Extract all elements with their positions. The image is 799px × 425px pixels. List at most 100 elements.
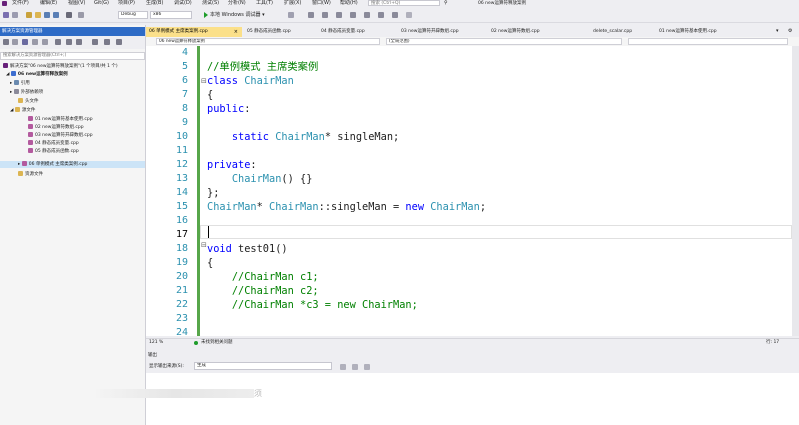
tree-item-headers[interactable]: 头文件: [18, 98, 39, 105]
outdent-icon[interactable]: [378, 12, 384, 18]
tree-item-external-deps[interactable]: ▸ 外部依赖项: [10, 89, 43, 96]
menu-window[interactable]: 窗口(W): [312, 0, 331, 7]
tree-item-file[interactable]: 02 new运算符数组.cpp: [28, 124, 84, 131]
pending-changes-icon[interactable]: [42, 39, 48, 45]
code-line[interactable]: void test01(): [207, 242, 288, 256]
uncomment-icon[interactable]: [336, 12, 342, 18]
tree-item-solution[interactable]: 解决方案"06 new运算符释放案例"(1 个项目/共 1 个): [3, 63, 118, 70]
open-icon[interactable]: [35, 12, 41, 18]
save-icon[interactable]: [44, 12, 50, 18]
change-tracking-bar: [197, 46, 200, 336]
settings-icon[interactable]: ⚙: [788, 28, 792, 34]
member-select[interactable]: [628, 38, 788, 45]
tab-01-new-basic[interactable]: 01 new运算符基本使用.cpp: [656, 27, 756, 37]
code-line[interactable]: private:: [207, 158, 257, 172]
platform-select[interactable]: x86: [150, 11, 192, 19]
close-icon[interactable]: ×: [234, 27, 238, 37]
menu-test[interactable]: 测试(S): [202, 0, 219, 7]
tree-item-project[interactable]: ◢ 06 new运算符释放案例: [6, 71, 68, 78]
code-line[interactable]: ChairMan* ChairMan::singleMan = new Chai…: [207, 200, 486, 214]
fold-collapse-icon[interactable]: ⊟: [201, 238, 207, 252]
code-line[interactable]: {: [207, 88, 213, 102]
undo-icon[interactable]: [66, 12, 72, 18]
menu-help[interactable]: 帮助(H): [340, 0, 358, 7]
clear-all-icon[interactable]: [352, 364, 358, 370]
find-icon[interactable]: [392, 12, 398, 18]
code-line[interactable]: ChairMan() {}: [207, 172, 313, 186]
zoom-level[interactable]: 121 %: [149, 339, 163, 347]
format-icon[interactable]: [308, 12, 314, 18]
code-line[interactable]: class ChairMan: [207, 74, 294, 88]
menu-view[interactable]: 视图(V): [68, 0, 85, 7]
tab-06-singleton[interactable]: 06 单例模式 主席类案例.cpp ×: [146, 27, 242, 37]
solution-search-input[interactable]: 搜索解决方案资源管理器(Ctrl+;): [0, 52, 145, 60]
code-line[interactable]: //ChairMan c2;: [207, 284, 319, 298]
code-line[interactable]: {: [207, 256, 213, 270]
code-line[interactable]: //ChairMan *c3 = new ChairMan;: [207, 298, 418, 312]
back-icon[interactable]: [3, 12, 9, 18]
tree-item-file-selected[interactable]: ▸ 06 单例模式 主席类案例.cpp: [0, 161, 145, 168]
run-debugger-button[interactable]: 本地 Windows 调试器 ▾: [204, 11, 265, 19]
tab-overflow-icon[interactable]: ▾: [776, 28, 779, 34]
redo-icon[interactable]: [78, 12, 84, 18]
menu-git[interactable]: Git(G): [94, 0, 109, 7]
refresh-icon[interactable]: [55, 39, 61, 45]
tab-05-static-func[interactable]: 05 静态成员函数.cpp: [244, 27, 316, 37]
tree-item-references[interactable]: ▸ 引用: [10, 80, 30, 87]
output-content[interactable]: [146, 373, 799, 425]
code-line[interactable]: static ChairMan* singleMan;: [207, 130, 399, 144]
line-number: 22: [175, 299, 188, 310]
tree-item-sources[interactable]: ◢ 源文件: [10, 107, 35, 114]
output-source-select[interactable]: 生成: [194, 362, 332, 370]
sync-icon[interactable]: [32, 39, 38, 45]
settings-icon[interactable]: [116, 39, 122, 45]
code-line[interactable]: //单例模式 主席类案例: [207, 60, 318, 74]
menu-extensions[interactable]: 扩展(X): [284, 0, 301, 7]
tree-item-file[interactable]: 01 new运算符基本使用.cpp: [28, 116, 93, 123]
tree-item-resources[interactable]: 资源文件: [18, 171, 43, 178]
menu-file[interactable]: 文件(F): [12, 0, 29, 7]
tree-item-file[interactable]: 03 new运算符开辟数组.cpp: [28, 132, 93, 139]
code-line[interactable]: //ChairMan c1;: [207, 270, 319, 284]
tab-03-new-array[interactable]: 03 new运算符开辟数组.cpp: [398, 27, 486, 37]
show-all-files-icon[interactable]: [76, 39, 82, 45]
tab-04-static-var[interactable]: 04 静态成员变量.cpp: [318, 27, 396, 37]
tab-02-new-array[interactable]: 02 new运算符数组.cpp: [488, 27, 588, 37]
menu-analyze[interactable]: 分析(N): [228, 0, 246, 7]
preview-icon[interactable]: [104, 39, 110, 45]
code-line[interactable]: };: [207, 186, 219, 200]
forward-icon[interactable]: [12, 12, 18, 18]
code-line[interactable]: public:: [207, 102, 250, 116]
find-icon[interactable]: [340, 364, 346, 370]
collapse-all-icon[interactable]: [66, 39, 72, 45]
forward-icon[interactable]: [12, 39, 18, 45]
indent-icon[interactable]: [364, 12, 370, 18]
save-all-icon[interactable]: [53, 12, 59, 18]
global-scope-select[interactable]: (全局范围): [386, 38, 622, 45]
home-icon[interactable]: [22, 39, 28, 45]
word-wrap-icon[interactable]: [364, 364, 370, 370]
fold-collapse-icon[interactable]: ⊟: [201, 74, 207, 88]
new-project-icon[interactable]: [26, 12, 32, 18]
menu-build[interactable]: 生成(B): [146, 0, 163, 7]
issues-status[interactable]: 未找到相关问题: [201, 339, 233, 347]
tab-delete-scalar[interactable]: delete_scalar.cpp: [590, 27, 654, 37]
properties-icon[interactable]: [92, 39, 98, 45]
menu-edit[interactable]: 编辑(E): [40, 0, 57, 7]
comment-icon[interactable]: [322, 12, 328, 18]
back-icon[interactable]: [3, 39, 9, 45]
project-scope-select[interactable]: 06 new运算符释放案例: [156, 38, 380, 45]
search-input[interactable]: 搜索 (Ctrl+Q): [368, 0, 440, 6]
tree-item-file[interactable]: 04 静态成员变量.cpp: [28, 140, 79, 147]
attach-icon[interactable]: [288, 12, 294, 18]
menu-tools[interactable]: 工具(T): [256, 0, 273, 7]
tree-label: 源文件: [21, 108, 36, 113]
menu-debug[interactable]: 调试(D): [174, 0, 192, 7]
menu-project[interactable]: 项目(P): [118, 0, 135, 7]
bookmark-icon[interactable]: [350, 12, 356, 18]
tree-item-file[interactable]: 05 静态成员函数.cpp: [28, 148, 79, 155]
more-icon[interactable]: [406, 12, 412, 18]
config-select[interactable]: Debug: [118, 11, 148, 19]
run-dropdown-icon[interactable]: ▾: [262, 12, 265, 18]
vertical-scrollbar[interactable]: [792, 46, 799, 336]
